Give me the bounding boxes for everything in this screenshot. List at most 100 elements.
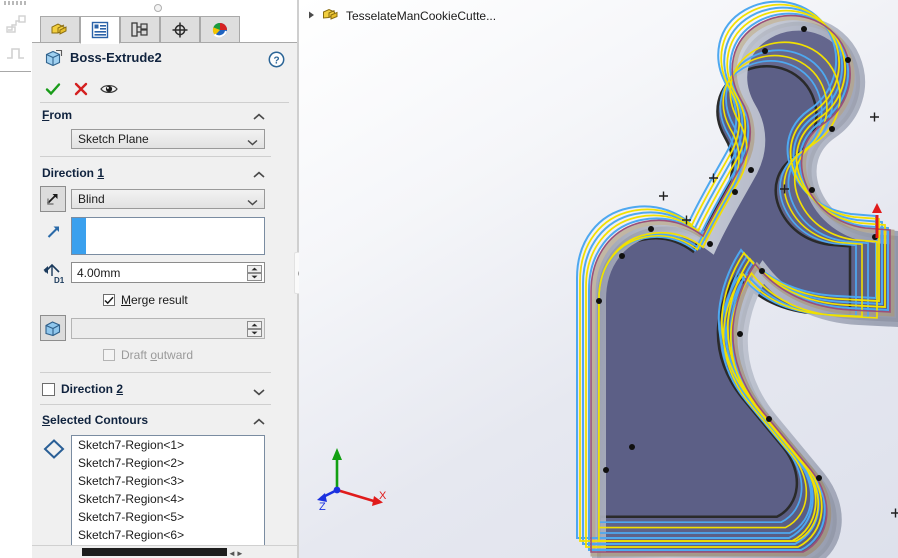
display-appearance-icon xyxy=(212,22,227,37)
from-label-rest: rom xyxy=(49,108,73,122)
svg-text:D1: D1 xyxy=(54,276,65,285)
panel-pin-dot-icon[interactable] xyxy=(154,4,162,12)
chevron-up-icon xyxy=(253,168,265,182)
checkbox-box xyxy=(42,382,55,396)
direction1-label-text: Direction xyxy=(42,166,98,180)
list-item[interactable]: Sketch7-Region<6> xyxy=(72,526,264,544)
direction1-reference-row xyxy=(32,216,279,260)
merge-result-checkbox[interactable]: Merge result xyxy=(103,293,188,307)
tab-configuration-manager[interactable] xyxy=(120,16,160,43)
manager-tab-bar xyxy=(32,13,297,44)
depth-spinner[interactable] xyxy=(247,265,262,281)
property-manager-body: From Sketch Plane Direction 1 Blind D1 4… xyxy=(32,104,279,545)
dimxpert-target-icon xyxy=(172,22,188,37)
spinner-up-icon[interactable] xyxy=(247,265,262,273)
list-item[interactable]: Sketch7-Region<4> xyxy=(72,490,264,508)
direction2-enable-checkbox[interactable]: Direction 2 xyxy=(42,382,123,396)
red-x-icon xyxy=(74,82,88,96)
reverse-direction-button[interactable] xyxy=(40,186,66,212)
configuration-icon xyxy=(131,21,148,37)
tab-display-manager[interactable] xyxy=(200,16,240,43)
origin-triad: X Z xyxy=(317,448,387,513)
checkbox-box xyxy=(103,294,115,306)
scrollbar-grip-icon: ◄► xyxy=(228,549,244,558)
selection-color-tag xyxy=(72,218,86,254)
merge-result-label: Merge result xyxy=(121,293,188,307)
draft-angle-row xyxy=(32,314,279,346)
selected-contours-listbox[interactable]: Sketch7-Region<1> Sketch7-Region<2> Sket… xyxy=(71,435,265,545)
help-icon[interactable]: ? xyxy=(268,51,285,68)
cookie-cutter-model[interactable] xyxy=(299,0,898,558)
direction1-depth-row: D1 4.00mm xyxy=(32,260,279,290)
display-pane-flyout-icon[interactable] xyxy=(5,42,27,65)
draft-spinner[interactable] xyxy=(247,321,262,337)
list-item[interactable]: Sketch7-Region<3> xyxy=(72,472,264,490)
boss-extrude-icon xyxy=(44,49,63,71)
feature-tree-flyout-icon[interactable] xyxy=(5,14,27,39)
chevron-down-icon xyxy=(247,195,258,209)
section-divider-from xyxy=(40,156,271,157)
reverse-direction-icon xyxy=(46,194,58,205)
from-start-condition-combo[interactable]: Sketch Plane xyxy=(71,129,265,149)
contour-diamond-icon xyxy=(42,437,66,461)
tab-feature-manager[interactable] xyxy=(40,16,80,43)
chevron-down-icon xyxy=(247,135,258,149)
list-item[interactable]: Sketch7-Region<2> xyxy=(72,454,264,472)
property-manager-header: Boss-Extrude2 ? xyxy=(32,43,297,76)
direction-arrow-icon xyxy=(44,222,64,242)
spinner-down-icon[interactable] xyxy=(247,273,262,281)
chevron-up-icon xyxy=(253,415,265,429)
section-divider-direction2 xyxy=(40,404,271,405)
tab-dimxpert-manager[interactable] xyxy=(160,16,200,43)
draft-outward-row: Draft outward xyxy=(32,346,279,372)
detailed-preview-button[interactable] xyxy=(98,79,120,99)
property-manager-panel: Boss-Extrude2 ? From Sketch Plane Direct… xyxy=(32,0,329,558)
chevron-down-icon xyxy=(253,385,265,399)
tab-property-manager[interactable] xyxy=(80,16,120,44)
section-header-from[interactable]: From xyxy=(32,104,279,128)
svg-text:?: ? xyxy=(273,55,279,66)
scrollbar-thumb[interactable] xyxy=(82,548,227,556)
selected-contours-row: Sketch7-Region<1> Sketch7-Region<2> Sket… xyxy=(32,433,279,545)
property-panel-horizontal-scrollbar[interactable]: ◄► xyxy=(32,545,329,558)
direction1-end-condition-row: Blind xyxy=(32,186,279,216)
left-edge-strip xyxy=(0,0,32,558)
eye-icon xyxy=(100,84,118,94)
draft-outward-label: Draft outward xyxy=(121,348,194,362)
triad-z-label: Z xyxy=(319,501,326,513)
green-check-icon xyxy=(45,83,61,96)
page-title: Boss-Extrude2 xyxy=(70,50,162,65)
merge-result-rest: erge result xyxy=(131,293,188,307)
cancel-button[interactable] xyxy=(70,79,92,99)
draft-angle-icon xyxy=(45,320,61,336)
triad-x-label: X xyxy=(379,490,387,502)
list-item[interactable]: Sketch7-Region<1> xyxy=(72,436,264,454)
selected-contours-rest: elected Contours xyxy=(50,413,149,427)
graphics-viewport[interactable]: TesselateManCookieCutte... X Z xyxy=(299,0,898,558)
panel-titlebar xyxy=(32,0,297,13)
spinner-up-icon[interactable] xyxy=(247,321,262,329)
direction1-end-condition-combo[interactable]: Blind xyxy=(71,189,265,209)
draft-outward-checkbox[interactable]: Draft outward xyxy=(103,348,193,362)
ok-button[interactable] xyxy=(42,79,64,99)
property-list-icon xyxy=(91,21,109,39)
spinner-down-icon[interactable] xyxy=(247,329,262,337)
section-header-selected-contours[interactable]: Selected Contours xyxy=(32,409,279,433)
section-selected-contours-label: Selected Contours xyxy=(42,413,149,427)
depth-value-field[interactable]: 4.00mm xyxy=(71,262,265,283)
list-item[interactable]: Sketch7-Region<5> xyxy=(72,508,264,526)
section-from-label: From xyxy=(42,108,73,122)
property-manager-action-bar xyxy=(32,76,297,103)
panel-drag-dots-icon[interactable] xyxy=(4,1,28,5)
depth-dimension-icon: D1 xyxy=(42,263,66,285)
direction1-reference-selection-box[interactable] xyxy=(71,217,265,255)
from-condition-row: Sketch Plane xyxy=(32,128,279,156)
draft-toggle-button[interactable] xyxy=(40,315,66,341)
chevron-up-icon xyxy=(253,110,265,124)
section-header-direction2[interactable]: Direction 2 xyxy=(32,376,279,404)
solidworks-window: Boss-Extrude2 ? From Sketch Plane Direct… xyxy=(0,0,898,558)
section-direction1-label: Direction 1 xyxy=(42,166,105,180)
section-divider-direction1 xyxy=(40,372,271,373)
section-header-direction1[interactable]: Direction 1 xyxy=(32,162,279,186)
draft-angle-field[interactable] xyxy=(71,318,265,339)
